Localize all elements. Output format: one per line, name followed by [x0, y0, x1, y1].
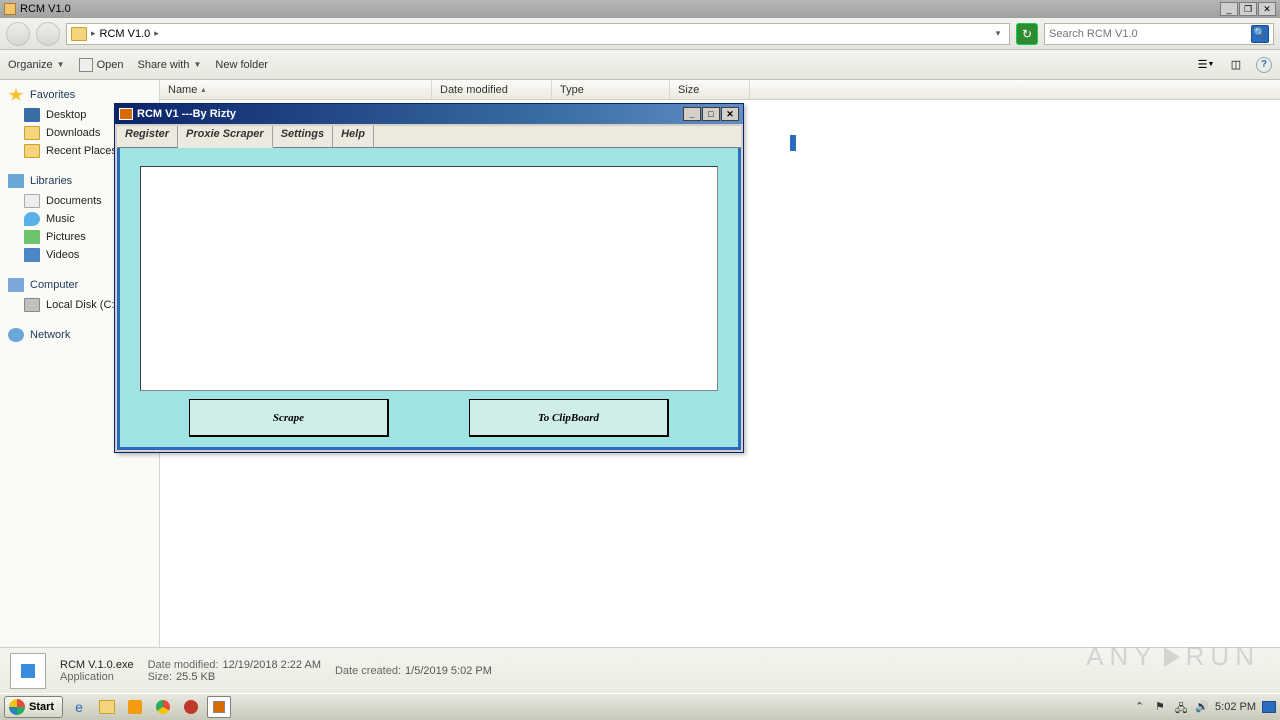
window-title: RCM V1.0: [20, 3, 71, 15]
rcm-app-window: RCM V1 ---By Rizty _ □ ✕ Register Proxie…: [114, 103, 744, 453]
tab-help[interactable]: Help: [333, 126, 374, 147]
breadcrumb-label: RCM V1.0: [100, 28, 151, 40]
details-filename: RCM V.1.0.exe: [60, 659, 134, 671]
scrape-button[interactable]: Scrape: [189, 399, 389, 437]
refresh-button[interactable]: ↻: [1016, 23, 1038, 45]
search-input[interactable]: [1049, 28, 1251, 40]
forward-button[interactable]: [36, 22, 60, 46]
breadcrumb[interactable]: ▸ RCM V1.0 ▸ ▾: [66, 23, 1010, 45]
folder-icon: [4, 3, 16, 15]
taskbar-explorer[interactable]: [95, 696, 119, 718]
volume-icon[interactable]: 🔊: [1195, 700, 1209, 714]
tab-settings[interactable]: Settings: [273, 126, 333, 147]
view-menu[interactable]: ☰ ▼: [1196, 56, 1216, 74]
search-icon[interactable]: 🔍: [1251, 25, 1269, 43]
app-icon: [213, 701, 225, 713]
col-name[interactable]: Name▴: [160, 80, 432, 99]
network-icon: [8, 328, 24, 342]
chevron-right-icon: ▸: [91, 28, 96, 39]
taskbar-chrome[interactable]: [151, 696, 175, 718]
watermark: ANY RUN: [1086, 641, 1260, 672]
taskbar-media[interactable]: [123, 696, 147, 718]
pictures-icon: [24, 230, 40, 244]
created-value: 1/5/2019 5:02 PM: [405, 665, 492, 677]
folder-icon: [99, 700, 115, 714]
clock[interactable]: 5:02 PM: [1215, 701, 1256, 713]
to-clipboard-button[interactable]: To ClipBoard: [469, 399, 669, 437]
app-icon: [119, 108, 133, 120]
system-tray: ⌃ ⚑ 🖧 🔊 5:02 PM: [1135, 700, 1276, 714]
app-body: Scrape To ClipBoard: [117, 148, 741, 450]
network-tray-icon[interactable]: 🖧: [1175, 700, 1189, 714]
videos-icon: [24, 248, 40, 262]
column-headers: Name▴ Date modified Type Size: [160, 80, 1280, 100]
tab-register[interactable]: Register: [117, 126, 178, 147]
media-icon: [128, 700, 142, 714]
app-close-button[interactable]: ✕: [721, 107, 739, 121]
modified-label: Date modified:: [148, 659, 219, 671]
tab-proxie-scraper[interactable]: Proxie Scraper: [178, 126, 273, 148]
flag-icon[interactable]: ⚑: [1155, 700, 1169, 714]
modified-value: 12/19/2018 2:22 AM: [223, 659, 321, 671]
back-button[interactable]: [6, 22, 30, 46]
chrome-icon: [156, 700, 170, 714]
maximize-button[interactable]: ❐: [1239, 2, 1257, 16]
app-titlebar[interactable]: RCM V1 ---By Rizty _ □ ✕: [115, 104, 743, 124]
folder-icon: [24, 144, 40, 158]
play-icon: [1164, 647, 1180, 667]
results-textbox[interactable]: [140, 166, 718, 391]
col-type[interactable]: Type: [552, 80, 670, 99]
music-icon: [24, 212, 40, 226]
show-desktop-icon[interactable]: [1262, 701, 1276, 713]
document-icon: [24, 194, 40, 208]
windows-icon: [9, 699, 25, 715]
taskbar: Start e ⌃ ⚑ 🖧 🔊 5:02 PM: [0, 693, 1280, 720]
content-area: Name▴ Date modified Type Size RCM V1 ---…: [160, 80, 1280, 647]
start-button[interactable]: Start: [4, 696, 63, 718]
open-button[interactable]: Open: [79, 58, 124, 72]
details-filetype: Application: [60, 671, 134, 683]
libraries-icon: [8, 174, 24, 188]
open-icon: [79, 58, 93, 72]
window-border-fragment: [790, 135, 796, 151]
preview-pane-button[interactable]: ◫: [1226, 56, 1246, 74]
breadcrumb-dropdown[interactable]: ▾: [991, 28, 1005, 39]
size-label: Size:: [148, 671, 172, 683]
star-icon: [8, 88, 24, 102]
col-size[interactable]: Size: [670, 80, 750, 99]
desktop-icon: [24, 108, 40, 122]
close-button[interactable]: ✕: [1258, 2, 1276, 16]
taskbar-rcm-app[interactable]: [207, 696, 231, 718]
minimize-button[interactable]: _: [1220, 2, 1238, 16]
taskbar-ie[interactable]: e: [67, 696, 91, 718]
app-maximize-button[interactable]: □: [702, 107, 720, 121]
taskbar-opera[interactable]: [179, 696, 203, 718]
app-title: RCM V1 ---By Rizty: [137, 108, 236, 120]
folder-icon: [71, 27, 87, 41]
navbar: ▸ RCM V1.0 ▸ ▾ ↻ 🔍: [0, 18, 1280, 50]
explorer-toolbar: Organize▼ Open Share with▼ New folder ☰ …: [0, 50, 1280, 80]
new-folder-button[interactable]: New folder: [215, 59, 268, 71]
share-menu[interactable]: Share with▼: [137, 59, 201, 71]
disk-icon: [24, 298, 40, 312]
size-value: 25.5 KB: [176, 671, 215, 683]
app-tabs: Register Proxie Scraper Settings Help: [117, 126, 741, 148]
ie-icon: e: [75, 699, 83, 715]
tray-expand-icon[interactable]: ⌃: [1135, 700, 1149, 714]
file-thumbnail: [10, 653, 46, 689]
col-modified[interactable]: Date modified: [432, 80, 552, 99]
explorer-titlebar: RCM V1.0 _ ❐ ✕: [0, 0, 1280, 18]
app-minimize-button[interactable]: _: [683, 107, 701, 121]
folder-icon: [24, 126, 40, 140]
created-label: Date created:: [335, 665, 401, 677]
organize-menu[interactable]: Organize▼: [8, 59, 65, 71]
search-box[interactable]: 🔍: [1044, 23, 1274, 45]
help-button[interactable]: ?: [1256, 57, 1272, 73]
chevron-right-icon: ▸: [154, 28, 159, 39]
opera-icon: [184, 700, 198, 714]
computer-icon: [8, 278, 24, 292]
